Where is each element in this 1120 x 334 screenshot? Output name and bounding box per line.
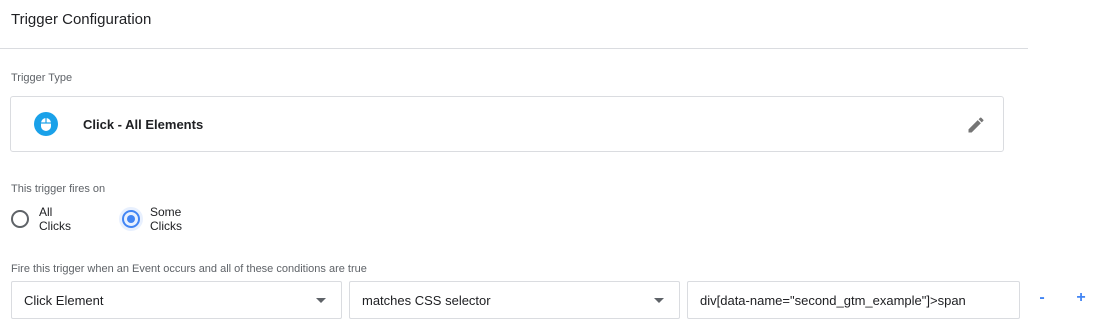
add-row-button[interactable]: + (1073, 288, 1089, 308)
radio-circle-checked (122, 210, 140, 228)
pencil-icon[interactable] (966, 115, 986, 135)
trigger-type-card[interactable]: Click - All Elements (10, 96, 1004, 152)
page-title: Trigger Configuration (11, 11, 152, 28)
radio-label: Some Clicks (150, 205, 182, 233)
conditions-label: Fire this trigger when an Event occurs a… (11, 263, 367, 275)
header-divider (0, 48, 1028, 49)
mouse-icon (34, 112, 58, 136)
radio-all-clicks[interactable]: All Clicks (11, 205, 71, 233)
operator-select-value: matches CSS selector (362, 292, 491, 308)
trigger-type-name: Click - All Elements (83, 117, 204, 132)
trigger-type-label: Trigger Type (11, 72, 73, 84)
operator-select[interactable]: matches CSS selector (349, 281, 680, 319)
radio-some-clicks[interactable]: Some Clicks (119, 205, 182, 233)
fires-on-label: This trigger fires on (11, 183, 106, 195)
dropdown-arrow-icon (654, 298, 664, 303)
dropdown-arrow-icon (316, 298, 326, 303)
radio-label: All Clicks (39, 205, 71, 233)
radio-circle-unchecked (11, 210, 29, 228)
condition-value-text: div[data-name="second_gtm_example"]>span (700, 292, 966, 308)
variable-select-value: Click Element (24, 292, 104, 308)
variable-select[interactable]: Click Element (11, 281, 342, 319)
remove-row-button[interactable]: - (1034, 288, 1050, 308)
condition-value-input[interactable]: div[data-name="second_gtm_example"]>span (687, 281, 1020, 319)
